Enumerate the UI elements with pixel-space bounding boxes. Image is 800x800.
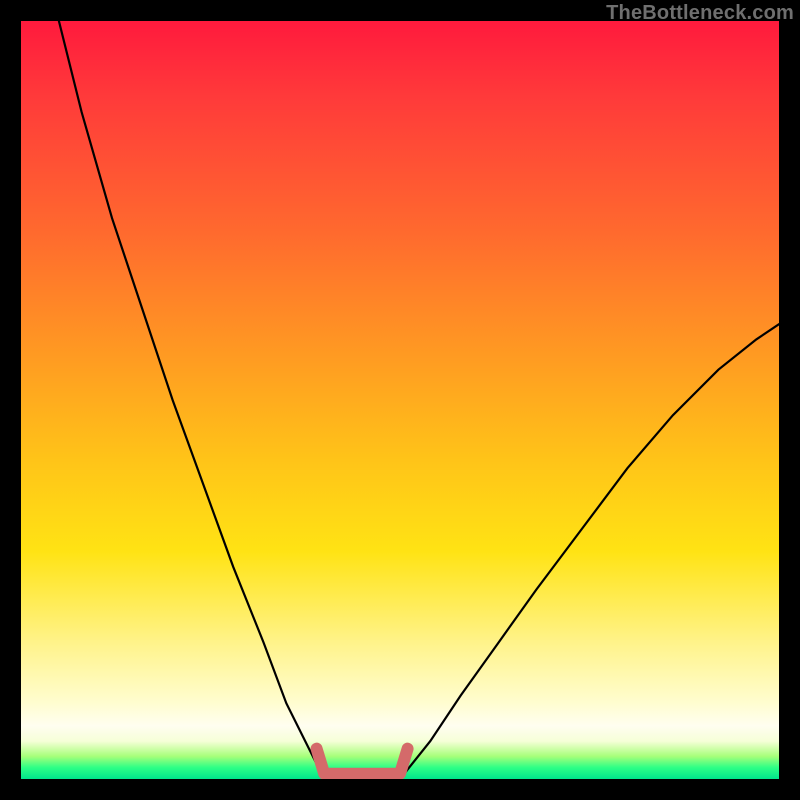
watermark-text: TheBottleneck.com [606, 2, 794, 25]
series-left-curve [59, 21, 324, 779]
series-right-curve [400, 324, 779, 779]
chart-svg [21, 21, 779, 779]
chart-lines [59, 21, 779, 779]
series-bottom-bracket [317, 749, 408, 774]
chart-plot-area [21, 21, 779, 779]
chart-stage: TheBottleneck.com [0, 0, 800, 800]
